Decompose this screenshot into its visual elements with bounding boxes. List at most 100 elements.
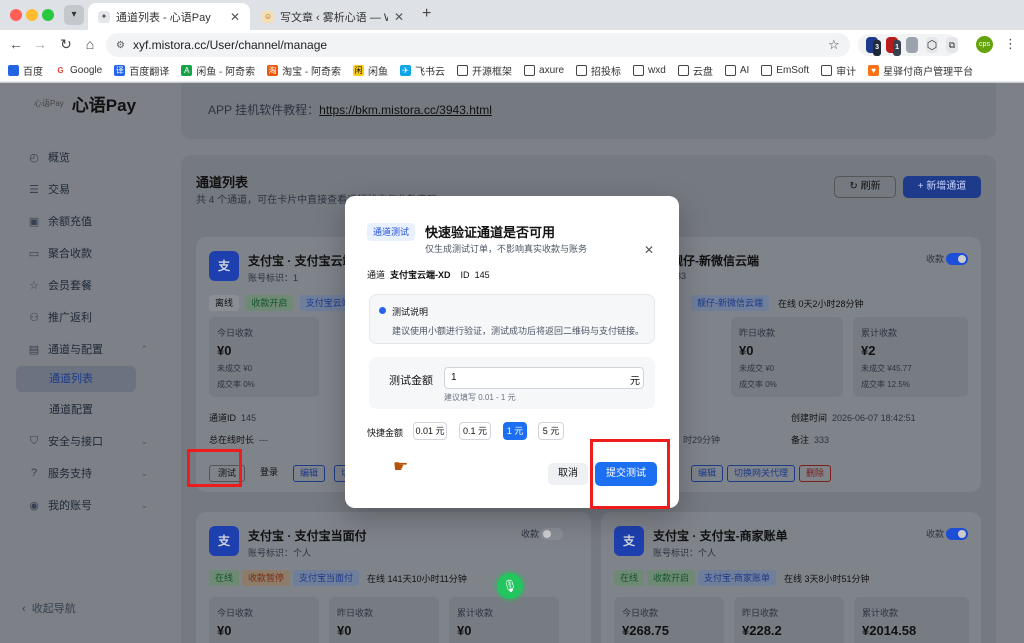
sidebar-item-overview[interactable]: ◴ 概览 (28, 149, 148, 165)
bookmark-folder[interactable]: AI (724, 65, 749, 76)
pointer-hand-icon: ☛ (393, 457, 409, 476)
add-channel-button[interactable]: + 新增通道 (903, 176, 981, 198)
more-menu-icon[interactable]: ⋮ (1004, 36, 1017, 52)
bookmark-folder[interactable]: 审计 (821, 63, 856, 78)
bookmark-folder[interactable]: EmSoft (761, 65, 809, 76)
sidebar-item-channels[interactable]: ▤ 通道与配置 ⌃ (28, 341, 148, 357)
online-duration: 时29分钟 (683, 435, 721, 445)
bookmark-folder[interactable]: 开源框架 (457, 63, 512, 78)
bookmark-item[interactable]: G Google (55, 65, 102, 76)
bookmark-item[interactable]: 译百度翻译 (114, 63, 169, 78)
sidebar-subitem-channel-list[interactable]: 通道列表 (16, 366, 136, 392)
collect-badge: 收款开启 (647, 570, 696, 586)
tab-title: 通道列表 - 心语Pay (116, 11, 211, 24)
today-stat: 今日收款 ¥268.75 (614, 597, 724, 643)
profile-avatar[interactable]: cps (976, 36, 993, 53)
settings-extension-icon[interactable]: ⬡ (926, 37, 938, 53)
circle-extension-icon[interactable] (906, 37, 918, 53)
microphone-icon[interactable]: 🎙 (497, 573, 523, 599)
edit-button[interactable]: 编辑 (293, 465, 326, 482)
zoom-window-button[interactable] (42, 9, 54, 21)
type-badge: 支付宝-商家账单 (698, 570, 777, 586)
sidebar: 心语Pay 心语Pay ◴ 概览 ☰ 交易 ▣ 余额充值 ▭ 聚合收款 ☆ 会员套餐 ⚇ 推广… (0, 83, 170, 643)
sidebar-item-account[interactable]: ◉ 我的账号 ⌄ (28, 497, 148, 513)
sidebar-item-support[interactable]: ? 服务支持 ⌄ (28, 465, 148, 481)
tab-title: 写文章 ‹ 雾析心语 — WordPress (280, 11, 388, 24)
sidebar-item-transactions[interactable]: ☰ 交易 (28, 181, 148, 197)
bookmark-item[interactable]: ♥ 星驿付商户管理平台 (868, 63, 973, 78)
dialog-title: 快速验证通道是否可用 (425, 225, 556, 240)
total-stat: 累计收款 ¥2 未成交 ¥45.77 成交率 12.5% (853, 317, 968, 397)
sidebar-item-aggregate[interactable]: ▭ 聚合收款 (28, 245, 148, 261)
new-tab-plus-icon[interactable]: + (422, 5, 431, 23)
collect-toggle[interactable] (946, 251, 968, 265)
amount-hint: 建议填写 0.01 - 1 元 (444, 393, 516, 402)
close-window-button[interactable] (10, 9, 22, 21)
sidebar-item-referral[interactable]: ⚇ 推广返利 (28, 309, 148, 325)
reload-icon[interactable]: ↻ (56, 34, 76, 54)
amount-input[interactable]: 1 (444, 367, 644, 389)
refresh-button[interactable]: ↻ 刷新 (834, 176, 896, 198)
quick-amount-0.01[interactable]: 0.01 元 (413, 422, 447, 440)
note-title: 测试说明 (392, 307, 429, 317)
test-note: 测试说明 建议使用小额进行验证，测试成功后将返回二维码与支付链接。 (369, 294, 655, 344)
tab-wordpress[interactable]: ☺ 写文章 ‹ 雾析心语 — WordPress ✕ (252, 3, 414, 30)
home-icon[interactable]: ⌂ (80, 34, 100, 54)
edit-button[interactable]: 编辑 (691, 465, 724, 482)
quick-amount-5[interactable]: 5 元 (538, 422, 564, 440)
sidebar-item-security[interactable]: ⛉ 安全与接口 ⌄ (28, 433, 148, 449)
login-button[interactable]: 登录 (254, 465, 284, 482)
bookmark-item[interactable]: A 闲鱼 - 阿奇索 (181, 63, 255, 78)
puzzle-extension-icon[interactable]: ⧉ (946, 37, 958, 53)
collect-badge: 收款暂停 (242, 570, 291, 586)
bookmark-folder[interactable]: 招投标 (576, 63, 621, 78)
password-extension-icon[interactable]: 3 (866, 37, 881, 56)
channel-info: 通道 支付宝云端-XD ID 145 (367, 270, 490, 280)
bookmark-folder[interactable]: axure (524, 65, 564, 76)
shield-extension-icon[interactable]: 1 (886, 37, 901, 56)
collect-toggle-label: 收款 (926, 254, 945, 264)
bookmark-item[interactable]: ✈ 飞书云 (400, 63, 445, 78)
sidebar-item-membership[interactable]: ☆ 会员套餐 (28, 277, 148, 293)
address-bar[interactable]: ⚙ xyf.mistora.cc/User/channel/manage (106, 33, 850, 57)
type-badge: 靓仔-新微信云端 (691, 295, 769, 311)
tab-close-icon[interactable]: ✕ (230, 10, 240, 24)
collect-toggle[interactable] (946, 526, 968, 540)
bookmark-folder[interactable]: 云盘 (677, 63, 713, 78)
bookmark-item[interactable]: 闲闲鱼 (353, 63, 388, 78)
sidebar-subitem-channel-config[interactable]: 通道配置 (16, 397, 136, 423)
user-icon: ◉ (29, 499, 39, 512)
wordpress-favicon-icon: ☺ (262, 10, 274, 23)
collect-toggle[interactable] (541, 526, 563, 540)
collapse-nav-button[interactable]: ‹ 收起导航 (22, 600, 76, 616)
help-icon: ? (30, 467, 38, 479)
card-tags: 离线 收款开启 支付宝云端 (209, 295, 360, 311)
bookmark-item[interactable]: 淘淘宝 - 阿奇索 (267, 63, 341, 78)
tab-search-chevron-icon[interactable]: ▾ (64, 5, 84, 25)
url-text: xyf.mistora.cc/User/channel/manage (132, 38, 328, 52)
switch-proxy-button[interactable]: 切换网关代理 (727, 465, 796, 482)
sidebar-item-recharge[interactable]: ▣ 余额充值 (28, 213, 148, 229)
tutorial-link[interactable]: https://bkm.mistora.cc/3943.html (319, 103, 492, 117)
card-title: 靓仔-新微信云端 (671, 254, 759, 268)
site-info-icon[interactable]: ⚙ (116, 40, 125, 51)
star-icon: ☆ (29, 279, 39, 292)
channel-id: 通道ID 145 (209, 413, 257, 423)
bookmark-folder[interactable]: wxd (633, 65, 666, 76)
quick-amount-1[interactable]: 1 元 (503, 422, 527, 440)
quick-amount-0.1[interactable]: 0.1 元 (459, 422, 491, 440)
delete-button[interactable]: 删除 (799, 465, 832, 482)
cancel-button[interactable]: 取消 (548, 463, 588, 485)
chevron-down-icon: ⌄ (140, 435, 148, 446)
amount-section: 测试金额 1 元 建议填写 0.01 - 1 元 (369, 357, 655, 409)
created-time: 创建时间 2026-06-07 18:42:51 (791, 413, 916, 423)
tab-channel-list[interactable]: ✦ 通道列表 - 心语Pay ✕ (88, 3, 250, 30)
bookmark-star-icon[interactable]: ☆ (828, 37, 840, 53)
tab-close-icon[interactable]: ✕ (394, 10, 404, 24)
minimize-window-button[interactable] (26, 9, 38, 21)
back-arrow-icon[interactable]: ← (6, 34, 26, 54)
channel-icon: ▤ (28, 343, 40, 356)
bookmark-item[interactable]: 🐾 百度 (8, 63, 43, 78)
forward-arrow-icon[interactable]: → (30, 34, 50, 54)
close-icon[interactable]: ✕ (644, 243, 654, 257)
